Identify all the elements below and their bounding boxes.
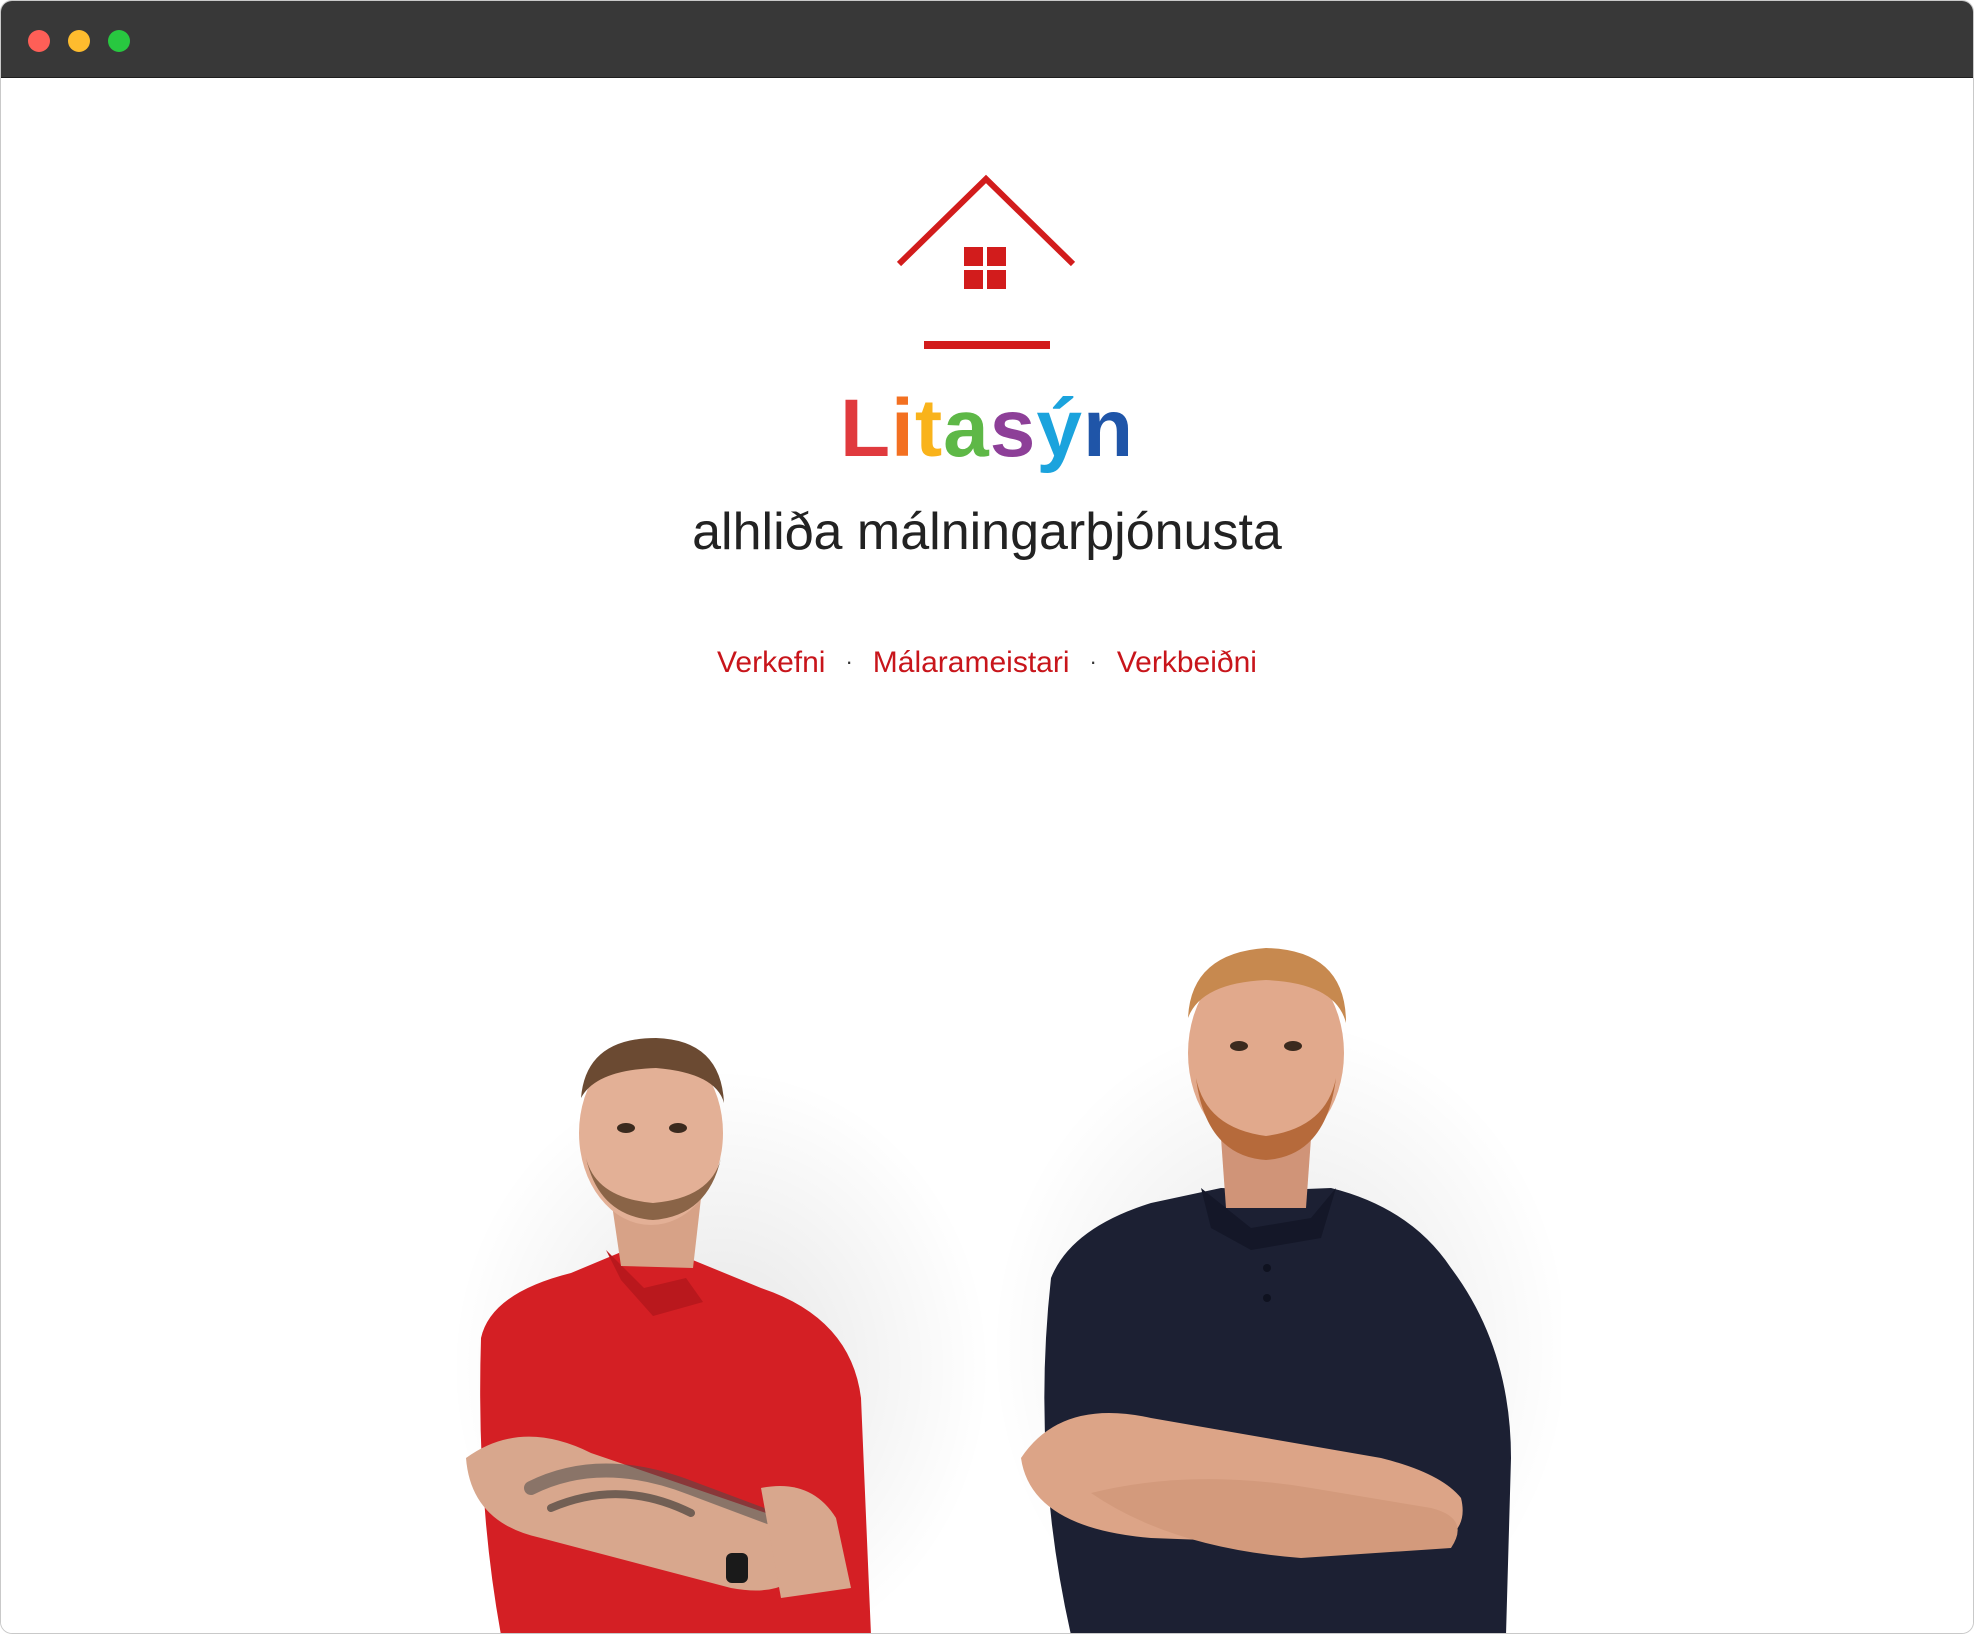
brand-letter: ý — [1036, 383, 1083, 474]
nav-separator: · — [845, 649, 853, 674]
team-photo — [451, 948, 1561, 1633]
nav-link-malarameistari[interactable]: Málarameistari — [873, 646, 1070, 679]
person-navy-shirt — [1021, 948, 1511, 1633]
page-content: Litasýn alhliða málningarþjónusta Verkef… — [1, 78, 1973, 1633]
brand-letter: L — [839, 383, 892, 474]
brand-letter: t — [914, 383, 944, 474]
window-titlebar — [1, 1, 1973, 78]
nav-link-verkefni[interactable]: Verkefni — [717, 646, 825, 679]
nav-link-verkbeidni[interactable]: Verkbeiðni — [1117, 646, 1257, 679]
house-icon[interactable] — [896, 171, 1076, 291]
brand-wordmark[interactable]: Litasýn — [1, 384, 1973, 474]
logo-divider — [924, 341, 1050, 349]
brand-letter: n — [1082, 383, 1135, 474]
brand-letter: i — [891, 383, 915, 474]
minimize-window-button[interactable] — [68, 30, 90, 52]
main-nav: Verkefni · Málarameistari · Verkbeiðni — [1, 643, 1973, 685]
close-window-button[interactable] — [28, 30, 50, 52]
brand-letter: s — [989, 383, 1037, 474]
tagline: alhliða málningarþjónusta — [692, 503, 1282, 561]
nav-separator: · — [1089, 649, 1097, 674]
maximize-window-button[interactable] — [108, 30, 130, 52]
brand-letter: a — [943, 383, 990, 474]
browser-window: Litasýn alhliða málningarþjónusta Verkef… — [0, 0, 1974, 1634]
